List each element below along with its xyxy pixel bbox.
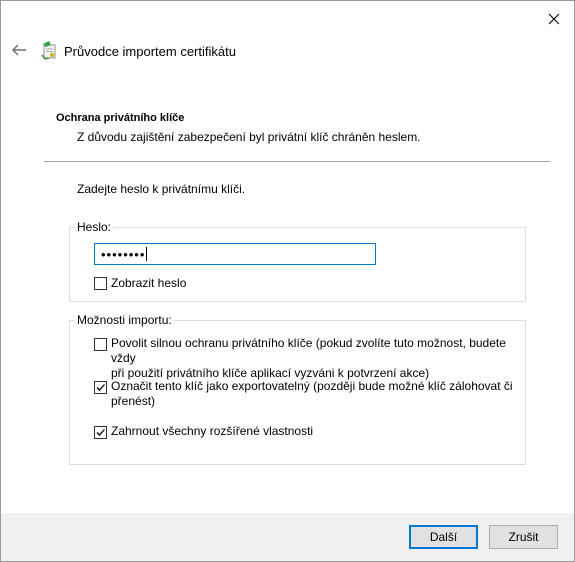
password-prompt: Zadejte heslo k privátnímu klíči.: [77, 182, 246, 196]
window-title: Průvodce importem certifikátu: [64, 44, 236, 59]
password-input[interactable]: ••••••••: [94, 243, 376, 265]
header-divider: [44, 161, 550, 162]
strong-protection-checkbox[interactable]: [94, 338, 107, 351]
section-heading: Ochrana privátního klíče: [56, 112, 185, 124]
close-icon: [548, 13, 560, 25]
show-password-checkbox[interactable]: [94, 277, 107, 290]
checkmark-icon: [96, 384, 105, 391]
password-value: ••••••••: [101, 246, 146, 262]
next-button[interactable]: Další: [409, 525, 478, 549]
text-caret: [146, 247, 148, 261]
footer-bar: Další Zrušit: [1, 513, 574, 561]
exportable-key-label-line1: Označit tento klíč jako exportovatelný (…: [111, 379, 513, 393]
close-button[interactable]: [544, 9, 564, 29]
import-options-legend: Možnosti importu:: [75, 313, 174, 327]
include-extended-properties-checkbox[interactable]: [94, 426, 107, 439]
section-description: Z důvodu zajištění zabezpečení byl privá…: [77, 130, 421, 144]
strong-protection-label-line1: Povolit silnou ochranu privátního klíče …: [111, 336, 506, 365]
password-group-legend: Heslo:: [75, 220, 114, 234]
back-arrow-icon: [12, 44, 26, 56]
exportable-key-checkbox[interactable]: [94, 381, 107, 394]
strong-protection-label[interactable]: Povolit silnou ochranu privátního klíče …: [111, 336, 531, 381]
certificate-wizard-icon: [41, 41, 59, 61]
include-extended-properties-label[interactable]: Zahrnout všechny rozšířené vlastnosti: [111, 424, 313, 439]
exportable-key-label[interactable]: Označit tento klíč jako exportovatelný (…: [111, 379, 531, 409]
checkmark-icon: [96, 429, 105, 436]
show-password-label[interactable]: Zobrazit heslo: [111, 276, 186, 291]
cancel-button[interactable]: Zrušit: [489, 525, 558, 549]
back-button[interactable]: [11, 43, 29, 59]
wizard-window: Průvodce importem certifikátu Ochrana pr…: [0, 0, 575, 562]
exportable-key-label-line2: přenést): [111, 394, 156, 408]
